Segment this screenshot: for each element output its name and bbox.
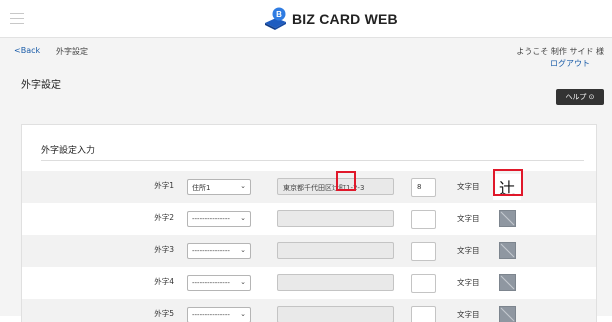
- row-label: 外字1: [154, 181, 174, 190]
- position-unit: 文字目: [457, 182, 480, 191]
- row-label: 外字3: [154, 245, 174, 254]
- main-area: <Back 外字設定 ようこそ 制作 サイド 様 ログアウト 外字設定 ヘルプ …: [0, 38, 612, 322]
- address-text-field: [277, 306, 394, 322]
- field-select[interactable]: --------------- ⌄: [187, 211, 251, 227]
- field-select[interactable]: --------------- ⌄: [187, 243, 251, 259]
- svg-text:B: B: [276, 10, 282, 19]
- gaiji-row-1: 外字1 住所1 ⌄ 東京都千代田区辻町1-2-3 8 文字目 辻: [22, 171, 596, 203]
- gaiji-placeholder-icon: [499, 242, 516, 259]
- field-select-value: ---------------: [192, 279, 230, 287]
- position-unit: 文字目: [457, 310, 480, 319]
- section-title: 外字設定入力: [41, 146, 96, 156]
- position-input[interactable]: [411, 210, 436, 229]
- section-divider: [41, 160, 584, 161]
- address-text-field: 東京都千代田区辻町1-2-3: [277, 178, 394, 195]
- chevron-down-icon: ⌄: [240, 214, 246, 222]
- chevron-down-icon: ⌄: [240, 310, 246, 318]
- field-select-value: ---------------: [192, 247, 230, 255]
- gaiji-row-4: 外字4 --------------- ⌄ 文字目: [22, 267, 596, 299]
- welcome-text: ようこそ 制作 サイド 様: [516, 47, 604, 56]
- address-text-field: [277, 274, 394, 291]
- position-input[interactable]: [411, 274, 436, 293]
- brand-logo: B BIZ CARD WEB: [262, 5, 398, 33]
- gaiji-row-5: 外字5 --------------- ⌄ 文字目: [22, 299, 596, 322]
- address-text-field: [277, 210, 394, 227]
- help-icon: ⊙: [588, 93, 595, 101]
- page-title: 外字設定: [21, 80, 61, 91]
- position-input[interactable]: [411, 306, 436, 322]
- gaiji-row-3: 外字3 --------------- ⌄ 文字目: [22, 235, 596, 267]
- gaiji-placeholder-icon: [499, 210, 516, 227]
- field-select[interactable]: --------------- ⌄: [187, 275, 251, 291]
- help-button[interactable]: ヘルプ ⊙: [556, 89, 604, 105]
- chevron-down-icon: ⌄: [240, 278, 246, 286]
- biz-card-logo-icon: B: [265, 7, 286, 30]
- position-unit: 文字目: [457, 214, 480, 223]
- brand-title: BIZ CARD WEB: [292, 11, 398, 27]
- field-select[interactable]: --------------- ⌄: [187, 307, 251, 322]
- top-bar: B BIZ CARD WEB: [0, 0, 612, 38]
- row-label: 外字5: [154, 309, 174, 318]
- breadcrumb: 外字設定: [56, 47, 88, 56]
- field-select-value: 住所1: [192, 184, 211, 192]
- address-text-field: [277, 242, 394, 259]
- gaiji-placeholder-icon: [499, 274, 516, 291]
- row-label: 外字2: [154, 213, 174, 222]
- help-label: ヘルプ: [565, 93, 587, 101]
- back-label[interactable]: Back: [21, 46, 40, 55]
- field-select-value: ---------------: [192, 311, 230, 319]
- gaiji-glyph: 辻: [493, 174, 521, 200]
- input-card: 外字設定入力 外字1 住所1 ⌄ 東京都千代田区辻町1-2-3 8 文字目 辻 外…: [21, 124, 597, 322]
- position-input[interactable]: [411, 242, 436, 261]
- chevron-down-icon: ⌄: [240, 246, 246, 254]
- position-unit: 文字目: [457, 278, 480, 287]
- position-unit: 文字目: [457, 246, 480, 255]
- position-input[interactable]: 8: [411, 178, 436, 197]
- menu-icon[interactable]: [10, 13, 24, 24]
- logout-link[interactable]: ログアウト: [550, 58, 590, 69]
- chevron-down-icon: ⌄: [240, 182, 246, 190]
- back-link[interactable]: <Back: [14, 46, 40, 55]
- gaiji-placeholder-icon: [499, 306, 516, 322]
- gaiji-row-2: 外字2 --------------- ⌄ 文字目: [22, 203, 596, 235]
- field-select[interactable]: 住所1 ⌄: [187, 179, 251, 195]
- row-label: 外字4: [154, 277, 174, 286]
- field-select-value: ---------------: [192, 215, 230, 223]
